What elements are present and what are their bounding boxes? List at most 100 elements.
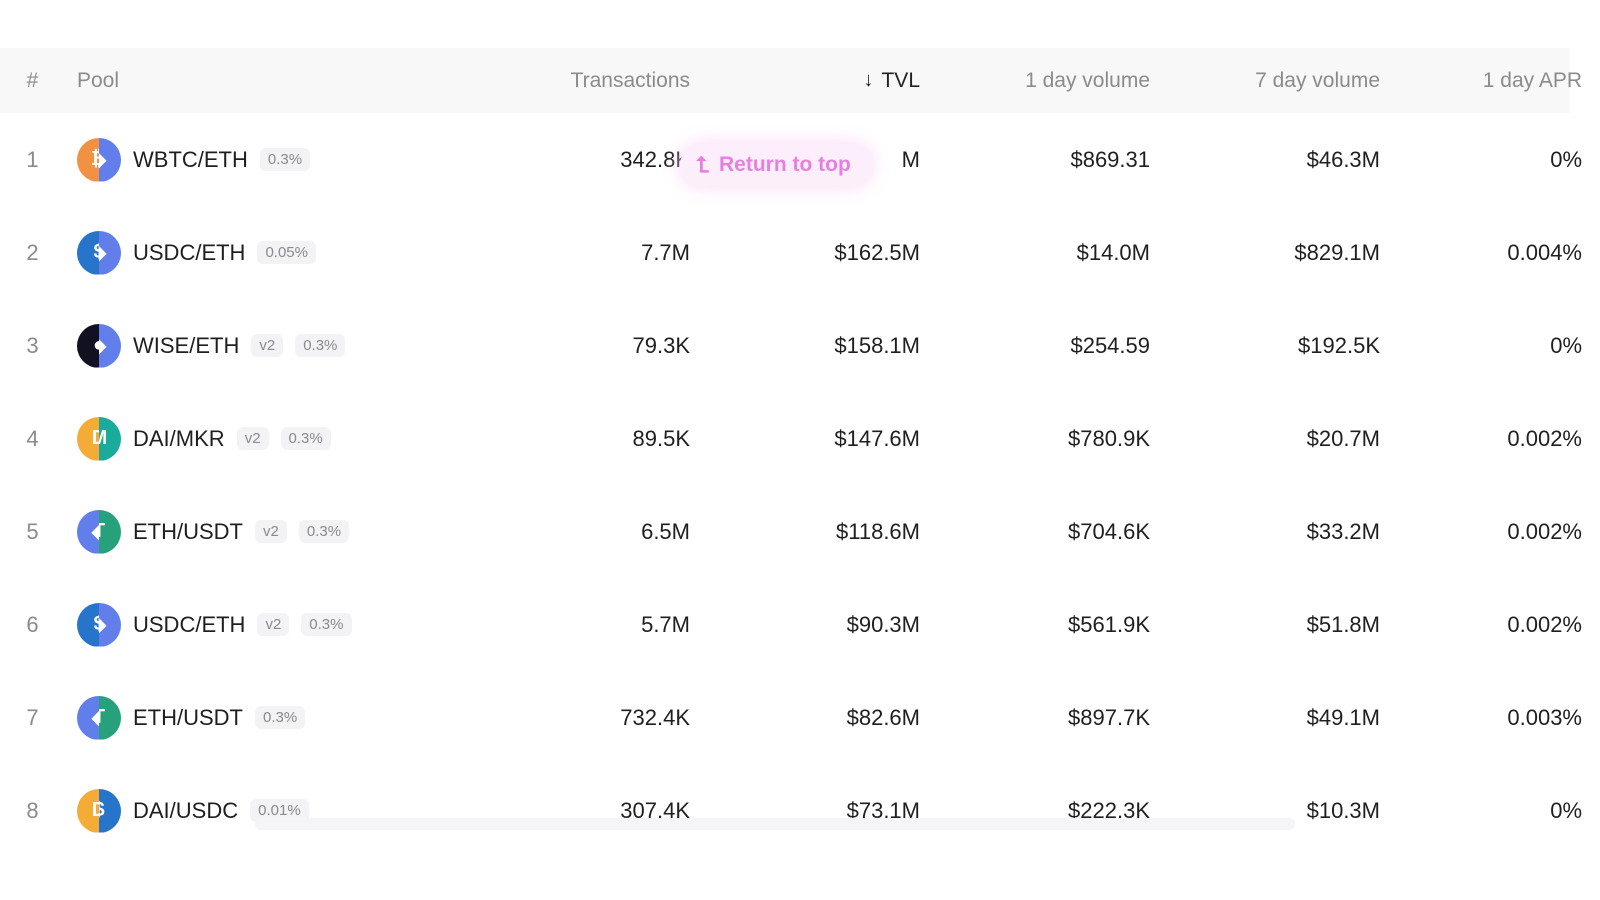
table-row[interactable]: 6 $◆ USDC/ETH v2 0.3% 5.7M $90.3M $561.9K $51.8M…: [0, 578, 1582, 671]
header-rank: #: [26, 68, 39, 92]
transactions-value: 89.5K: [632, 425, 691, 451]
table-row[interactable]: 8 D $ DAI/USDC 0.01% 307.4K $73.1M $222.3K $10.3…: [0, 764, 1582, 857]
transactions-value: 6.5M: [641, 518, 690, 544]
apr-1d-value: 0.003%: [1507, 704, 1582, 730]
pool-cell[interactable]: ◐◆ WISE/ETH v2 0.3%: [77, 299, 497, 392]
fee-tier-badge: 0.3%: [280, 427, 331, 450]
tvl-value: $73.1M: [846, 797, 920, 823]
volume-7d-value: $192.5K: [1298, 332, 1380, 358]
table-header: # Pool Transactions ↓ TVL 1 day volume 7…: [0, 48, 1582, 113]
volume-1d-value: $222.3K: [1068, 797, 1150, 823]
pool-cell[interactable]: DM DAI/MKR v2 0.3%: [77, 392, 497, 485]
version-badge: v2: [255, 520, 287, 543]
pool-token-icons: ◆ T: [77, 509, 121, 554]
apr-1d-value: 0%: [1550, 797, 1582, 823]
pool-name: USDC/ETH: [133, 611, 246, 637]
volume-7d-value: $46.3M: [1306, 146, 1380, 172]
table-row[interactable]: 4 DM DAI/MKR v2 0.3% 89.5K $147.6M $780.9K $20.7…: [0, 392, 1582, 485]
tvl-value: $162.5M: [834, 239, 920, 265]
header-tvl-label: TVL: [881, 68, 920, 92]
transactions-value: 79.3K: [632, 332, 691, 358]
header-transactions[interactable]: Transactions: [470, 48, 690, 113]
pool-cell[interactable]: ◆ T ETH/USDT v2 0.3%: [77, 485, 497, 578]
header-7-day-volume[interactable]: 7 day volume: [1160, 48, 1380, 113]
fee-tier-badge: 0.3%: [255, 706, 306, 729]
pool-token-icons: $◆: [77, 230, 121, 275]
row-rank: 3: [26, 332, 39, 358]
table-row[interactable]: 3 ◐◆ WISE/ETH v2 0.3% 79.3K $158.1M $254.59 $192…: [0, 299, 1582, 392]
volume-1d-value: $780.9K: [1068, 425, 1150, 451]
volume-1d-value: $869.31: [1070, 146, 1150, 172]
pool-name: WBTC/ETH: [133, 146, 248, 172]
fee-tier-badge: 0.05%: [257, 241, 316, 264]
volume-7d-value: $20.7M: [1306, 425, 1380, 451]
row-rank: 6: [26, 611, 39, 637]
return-arrow-icon: ⮤: [696, 152, 709, 177]
volume-1d-value: $897.7K: [1068, 704, 1150, 730]
table-row[interactable]: 2 $◆ USDC/ETH 0.05% 7.7M $162.5M $14.0M $829.1M…: [0, 206, 1582, 299]
pool-name: WISE/ETH: [133, 332, 240, 358]
apr-1d-value: 0.004%: [1507, 239, 1582, 265]
transactions-value: 732.4K: [620, 704, 690, 730]
row-rank: 5: [26, 518, 39, 544]
table-row[interactable]: 7 ◆ T ETH/USDT 0.3% 732.4K $82.6M $897.7K $49.1M…: [0, 671, 1582, 764]
sort-down-arrow-icon: ↓: [863, 69, 874, 91]
pool-token-icons: ◐◆: [77, 323, 121, 368]
apr-1d-value: 0.002%: [1507, 518, 1582, 544]
header-1-day-apr[interactable]: 1 day APR: [1360, 48, 1582, 113]
version-badge: v2: [251, 334, 284, 357]
tvl-value: $90.3M: [846, 611, 920, 637]
row-rank: 7: [26, 704, 39, 730]
pool-token-icons: DM: [77, 416, 121, 461]
apr-1d-value: 0%: [1550, 146, 1582, 172]
volume-7d-value: $33.2M: [1306, 518, 1380, 544]
volume-7d-value: $49.1M: [1306, 704, 1380, 730]
tvl-value: $82.6M: [846, 704, 920, 730]
header-1-day-volume[interactable]: 1 day volume: [930, 48, 1150, 113]
apr-1d-value: 0.002%: [1507, 611, 1582, 637]
row-rank: 1: [26, 146, 39, 172]
volume-1d-value: $704.6K: [1068, 518, 1150, 544]
volume-7d-value: $10.3M: [1306, 797, 1380, 823]
pool-token-icons: ◆ T: [77, 695, 121, 740]
transactions-value: 5.7M: [641, 611, 690, 637]
transactions-value: 342.8K: [620, 146, 690, 172]
row-rank: 2: [26, 239, 39, 265]
transactions-value: 7.7M: [641, 239, 690, 265]
pool-name: DAI/MKR: [133, 425, 225, 451]
fee-tier-badge: 0.3%: [295, 334, 346, 357]
pool-cell[interactable]: ₿◆ WBTC/ETH 0.3%: [77, 113, 497, 206]
pool-name: USDC/ETH: [133, 239, 246, 265]
pool-cell[interactable]: ◆ T ETH/USDT 0.3%: [77, 671, 497, 764]
row-rank: 4: [26, 425, 39, 451]
pools-page: # Pool Transactions ↓ TVL 1 day volume 7…: [0, 0, 1600, 900]
horizontal-scrollbar[interactable]: [255, 818, 1295, 830]
pool-token-icons: D $: [77, 788, 121, 833]
version-badge: v2: [236, 427, 269, 450]
version-badge: v2: [257, 613, 290, 636]
pool-cell[interactable]: $◆ USDC/ETH v2 0.3%: [77, 578, 497, 671]
return-to-top-button[interactable]: ⮤ Return to top: [680, 144, 873, 186]
apr-1d-value: 0%: [1550, 332, 1582, 358]
tvl-value: $158.1M: [834, 332, 920, 358]
volume-1d-value: $14.0M: [1076, 239, 1150, 265]
pool-name: ETH/USDT: [133, 518, 243, 544]
header-tvl[interactable]: ↓ TVL: [700, 48, 920, 113]
fee-tier-badge: 0.3%: [301, 613, 352, 636]
pool-token-icons: $◆: [77, 602, 121, 647]
volume-1d-value: $254.59: [1070, 332, 1150, 358]
table-row[interactable]: 5 ◆ T ETH/USDT v2 0.3% 6.5M $118.6M $704.6K $33.2…: [0, 485, 1582, 578]
volume-7d-value: $51.8M: [1306, 611, 1380, 637]
transactions-value: 307.4K: [620, 797, 690, 823]
pool-cell[interactable]: $◆ USDC/ETH 0.05%: [77, 206, 497, 299]
pool-token-icons: ₿◆: [77, 137, 121, 182]
table-body: 1₿◆WBTC/ETH0.3%342.8KM$869.31$46.3M0%2$◆…: [0, 113, 1582, 857]
fee-tier-badge: 0.3%: [259, 148, 311, 171]
tvl-value: $118.6M: [836, 518, 920, 544]
fee-tier-badge: 0.3%: [298, 520, 350, 543]
pool-cell[interactable]: D $ DAI/USDC 0.01%: [77, 764, 497, 857]
row-rank: 8: [26, 797, 39, 823]
return-to-top-label: Return to top: [718, 153, 851, 176]
tvl-value: $147.6M: [834, 425, 920, 451]
volume-7d-value: $829.1M: [1294, 239, 1380, 265]
